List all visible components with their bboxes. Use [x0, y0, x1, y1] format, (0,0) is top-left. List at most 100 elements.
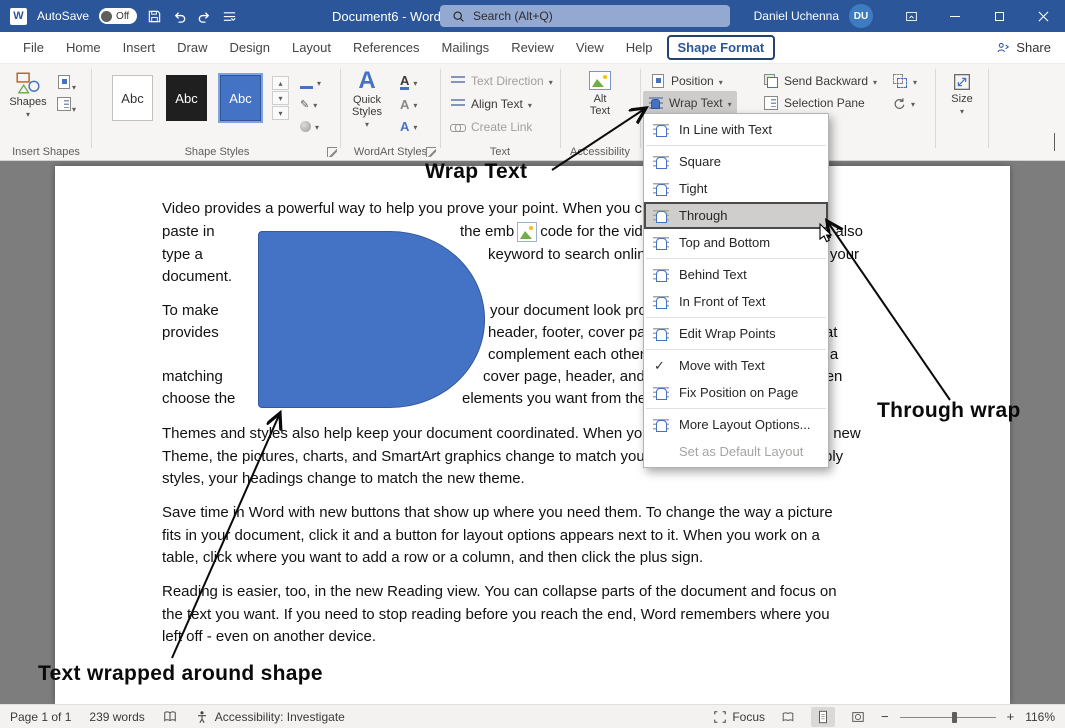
doc-text-line: table, click where you want to add a row…	[162, 547, 703, 569]
collapse-ribbon-button[interactable]	[1054, 134, 1055, 152]
close-button[interactable]	[1021, 0, 1065, 32]
selection-pane-button[interactable]: Selection Pane	[758, 91, 870, 114]
shape-style-preset-1[interactable]: Abc	[112, 75, 153, 121]
minimize-button[interactable]	[933, 0, 977, 32]
menu-item-more-layout-options[interactable]: More Layout Options...	[644, 411, 828, 438]
menu-item-tight[interactable]: Tight	[644, 175, 828, 202]
tab-design[interactable]: Design	[219, 34, 281, 61]
group-separator	[340, 69, 341, 148]
doc-text-line: Save time in Word with new buttons that …	[162, 502, 833, 524]
zoom-slider[interactable]	[900, 710, 996, 724]
group-label-text: Text	[441, 146, 559, 158]
tab-mailings[interactable]: Mailings	[431, 34, 501, 61]
shape-effects-icon	[300, 121, 311, 132]
shape-effects-button[interactable]	[300, 117, 319, 135]
size-button[interactable]: Size	[940, 71, 984, 117]
blue-rounded-shape[interactable]	[258, 231, 485, 408]
ribbon-display-options-button[interactable]	[889, 0, 933, 32]
menu-item-square[interactable]: Square	[644, 148, 828, 175]
group-shape-styles: Abc Abc Abc ▴ ▾ ▾ Shape Styles	[94, 64, 340, 161]
web-layout-icon	[851, 710, 865, 724]
alt-text-button[interactable]: Alt Text	[578, 71, 622, 117]
text-fill-button[interactable]	[400, 73, 417, 91]
user-name[interactable]: Daniel Uchenna	[754, 9, 839, 23]
shape-outline-button[interactable]	[300, 95, 317, 113]
shapes-label: Shapes	[9, 96, 46, 108]
wrap-text-button[interactable]: Wrap Text	[643, 91, 737, 114]
tab-file[interactable]: File	[12, 34, 55, 61]
avatar[interactable]: DU	[849, 4, 873, 28]
search-bar[interactable]	[440, 5, 730, 27]
menu-item-top-and-bottom[interactable]: Top and Bottom	[644, 229, 828, 256]
rotate-button[interactable]	[887, 91, 920, 114]
menu-separator	[646, 258, 826, 259]
position-button[interactable]: Position	[645, 69, 728, 92]
chevron-down-icon	[26, 108, 30, 120]
focus-button[interactable]: Focus	[713, 710, 765, 724]
doc-text-line: To make	[162, 300, 219, 322]
alt-text-icon	[589, 71, 611, 90]
wordart-dialog-launcher[interactable]	[426, 147, 436, 157]
text-box-button[interactable]	[56, 96, 76, 117]
print-layout-button[interactable]	[811, 707, 835, 727]
wrap-text-icon	[648, 95, 664, 111]
menu-item-in-front-of-text[interactable]: In Front of Text	[644, 288, 828, 315]
text-box-icon	[56, 96, 72, 112]
zoom-in-button[interactable]: +	[1007, 709, 1015, 724]
shapes-button[interactable]: Shapes	[6, 70, 50, 120]
text-direction-button[interactable]: Text Direction	[445, 69, 558, 92]
share-button[interactable]: Share	[996, 40, 1051, 55]
text-outline-button[interactable]	[400, 95, 417, 113]
tab-help[interactable]: Help	[615, 34, 664, 61]
tab-home[interactable]: Home	[55, 34, 112, 61]
gallery-up-button[interactable]: ▴	[272, 76, 289, 90]
web-layout-button[interactable]	[846, 707, 870, 727]
edit-shape-button[interactable]	[56, 74, 76, 95]
zoom-out-button[interactable]: −	[881, 709, 889, 724]
ribbon-tab-row: File Home Insert Draw Design Layout Refe…	[0, 32, 1065, 64]
accessibility-status[interactable]: Accessibility: Investigate	[195, 710, 345, 724]
create-link-button[interactable]: Create Link	[445, 115, 537, 138]
customize-quick-access-icon[interactable]	[222, 9, 237, 24]
maximize-button[interactable]	[977, 0, 1021, 32]
autosave-toggle[interactable]: Off	[99, 8, 137, 24]
quick-styles-button[interactable]: Quick Styles	[344, 68, 390, 130]
autosave-label: AutoSave	[37, 9, 89, 23]
gallery-more-button[interactable]: ▾	[272, 106, 289, 120]
undo-icon[interactable]	[172, 9, 187, 24]
document-page[interactable]: Video provides a powerful way to help yo…	[55, 166, 1010, 704]
group-size: Size	[937, 64, 987, 161]
zoom-level[interactable]: 116%	[1025, 710, 1055, 724]
read-mode-button[interactable]	[776, 707, 800, 727]
menu-item-behind-text[interactable]: Behind Text	[644, 261, 828, 288]
tab-insert[interactable]: Insert	[112, 34, 167, 61]
rotate-icon	[892, 96, 906, 110]
tab-shape-format[interactable]: Shape Format	[667, 35, 776, 60]
shape-styles-dialog-launcher[interactable]	[327, 147, 337, 157]
shape-style-preset-3-selected[interactable]: Abc	[220, 75, 261, 121]
menu-item-in-line-with-text[interactable]: In Line with Text	[644, 116, 828, 143]
menu-item-fix-position-on-page[interactable]: Fix Position on Page	[644, 379, 828, 406]
text-effects-button[interactable]	[400, 117, 417, 135]
menu-item-through[interactable]: Through	[644, 202, 828, 229]
proofing-icon[interactable]	[163, 710, 177, 724]
search-input[interactable]	[473, 9, 718, 23]
shape-fill-button[interactable]	[300, 73, 321, 91]
menu-item-edit-wrap-points[interactable]: Edit Wrap Points	[644, 320, 828, 347]
group-objects-button[interactable]	[887, 69, 922, 92]
redo-icon[interactable]	[197, 9, 212, 24]
tab-view[interactable]: View	[565, 34, 615, 61]
tab-draw[interactable]: Draw	[166, 34, 218, 61]
tab-review[interactable]: Review	[500, 34, 565, 61]
gallery-down-button[interactable]: ▾	[272, 91, 289, 105]
menu-item-move-with-text[interactable]: Move with Text	[644, 352, 828, 379]
send-backward-button[interactable]: Send Backward	[758, 69, 882, 92]
tab-layout[interactable]: Layout	[281, 34, 342, 61]
shape-style-preset-2[interactable]: Abc	[166, 75, 207, 121]
page-indicator[interactable]: Page 1 of 1	[10, 710, 71, 724]
align-text-button[interactable]: Align Text	[445, 92, 537, 115]
tab-references[interactable]: References	[342, 34, 430, 61]
word-count[interactable]: 239 words	[89, 710, 144, 724]
save-icon[interactable]	[147, 9, 162, 24]
zoom-slider-thumb[interactable]	[952, 712, 957, 723]
